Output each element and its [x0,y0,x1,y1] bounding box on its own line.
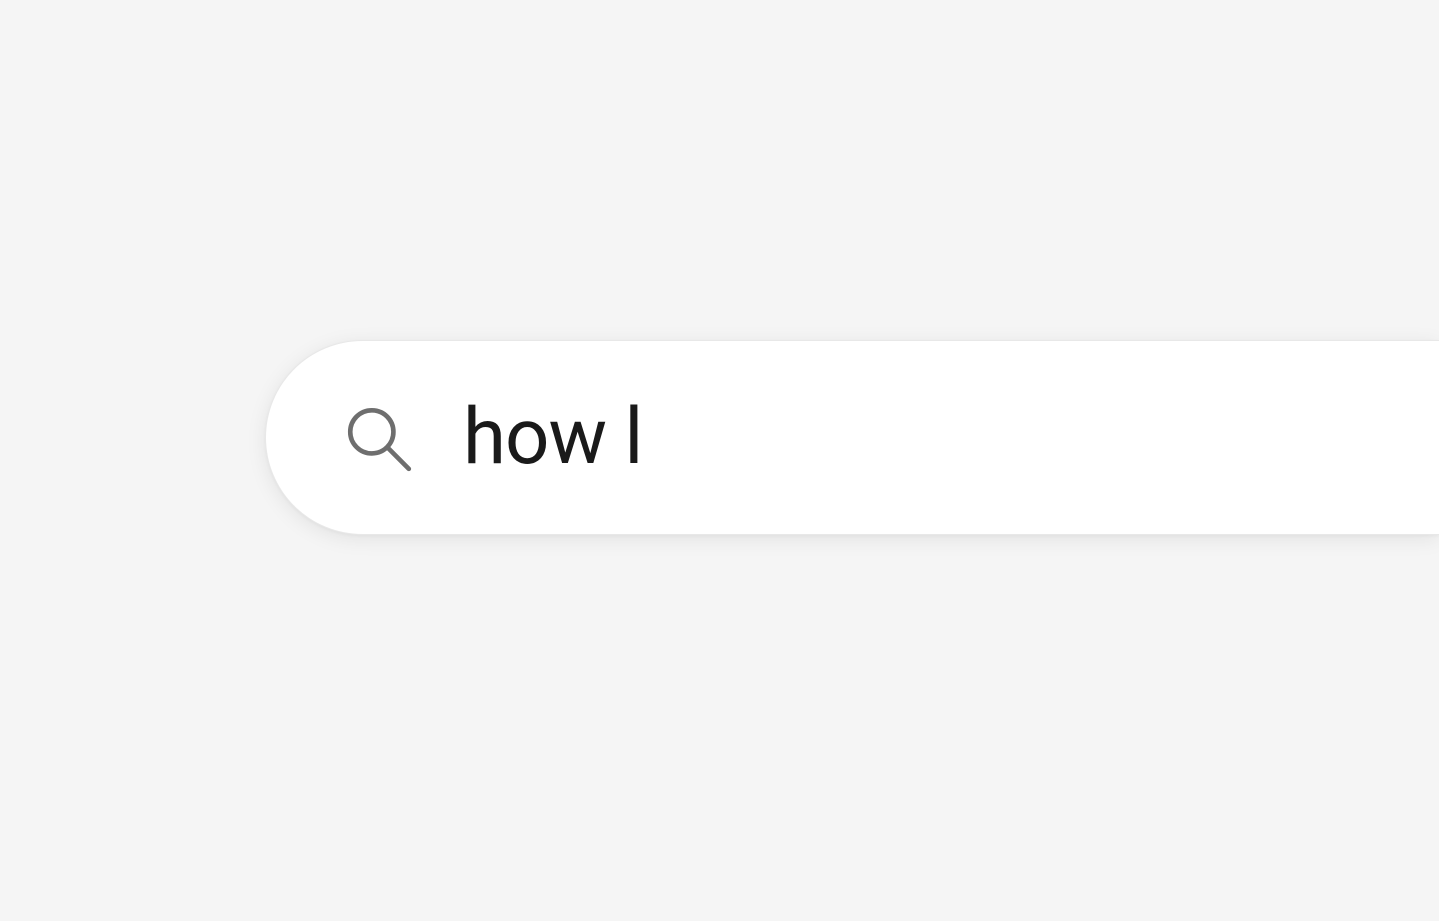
search-input[interactable] [463,341,1439,534]
search-bar[interactable] [265,340,1439,535]
search-icon [341,401,415,475]
